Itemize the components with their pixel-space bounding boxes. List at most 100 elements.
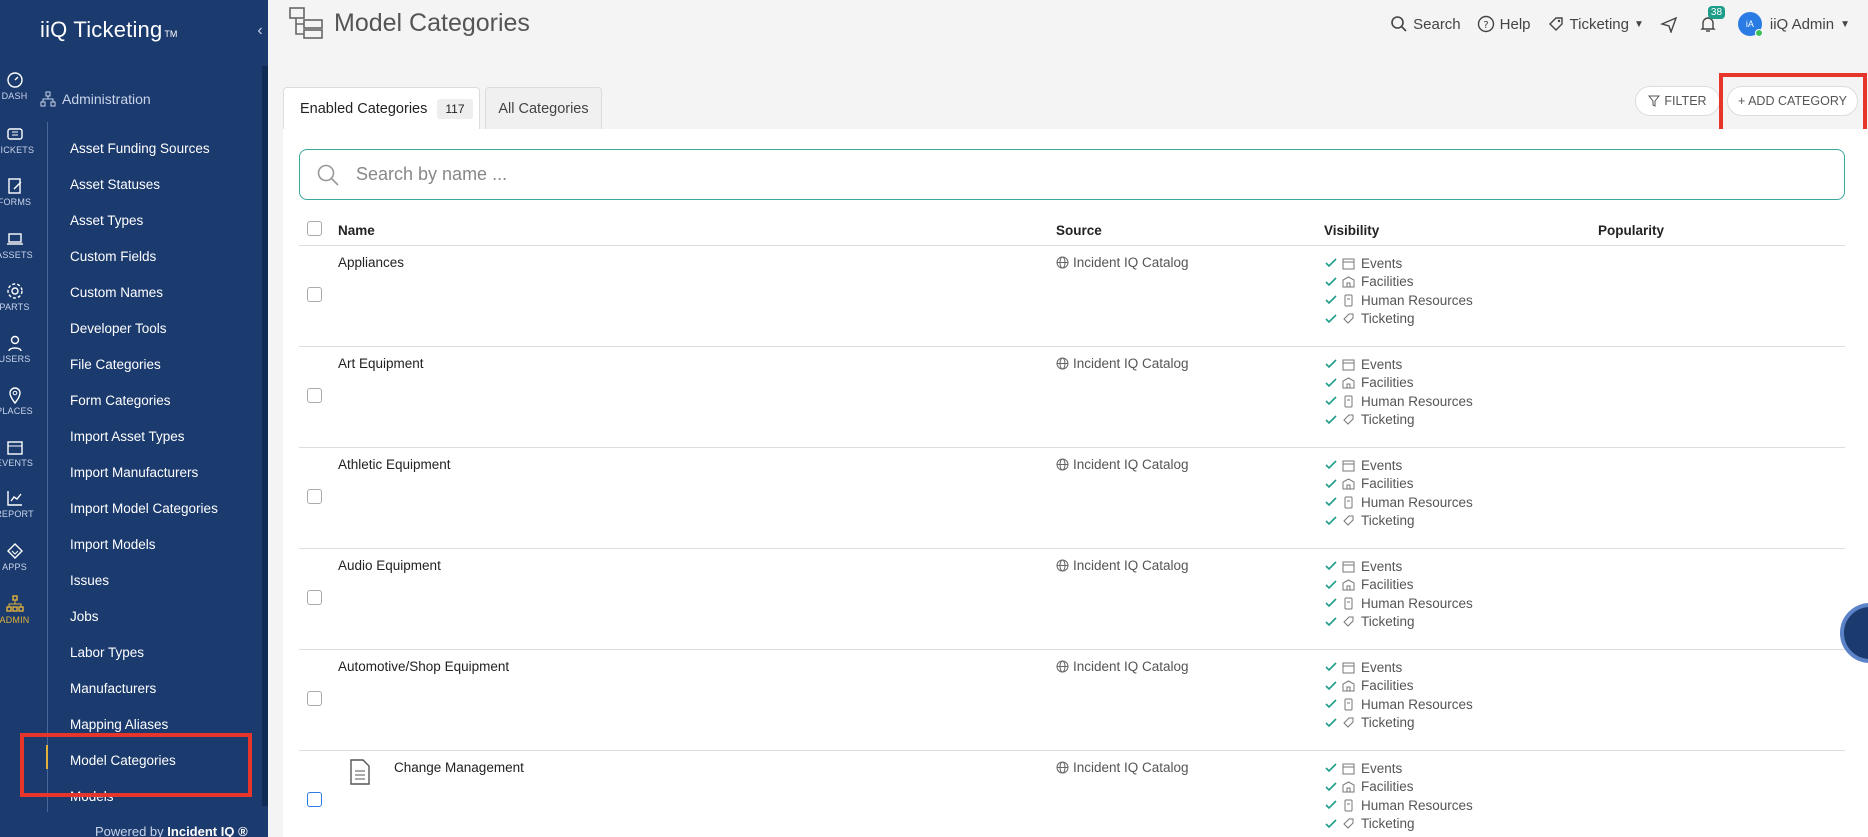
- rail-item-report[interactable]: REPORT: [0, 489, 34, 519]
- column-header-source[interactable]: Source: [1056, 223, 1102, 238]
- row-checkbox[interactable]: [307, 792, 322, 807]
- row-checkbox[interactable]: [307, 287, 322, 302]
- send-button[interactable]: [1659, 15, 1683, 33]
- sidebar-item-import-manufacturers[interactable]: Import Manufacturers: [70, 463, 218, 499]
- table-row[interactable]: Automotive/Shop Equipment Incident IQ Cat…: [299, 650, 1845, 751]
- caret-down-icon: ▼: [1840, 18, 1850, 30]
- powered-brand[interactable]: Incident IQ ®: [167, 824, 247, 837]
- table-row[interactable]: Athletic Equipment Incident IQ Catalog Eve…: [299, 448, 1845, 549]
- visibility-item: Human Resources: [1324, 796, 1473, 815]
- search-box[interactable]: [299, 149, 1845, 200]
- id-badge-icon: [1344, 395, 1353, 408]
- rail-item-admin[interactable]: ADMIN: [0, 595, 29, 625]
- tag-icon: [1343, 515, 1354, 526]
- ticket-icon: [6, 128, 23, 140]
- rail-item-dash[interactable]: DASH: [0, 71, 29, 101]
- table-row[interactable]: Art Equipment Incident IQ Catalog Events Fa…: [299, 347, 1845, 448]
- sidebar-item-asset-funding-sources[interactable]: Asset Funding Sources: [70, 139, 218, 175]
- menu-divider: [47, 122, 48, 812]
- calendar-icon: [1342, 763, 1355, 775]
- row-name[interactable]: Automotive/Shop Equipment: [338, 659, 509, 674]
- rail-item-users[interactable]: USERS: [0, 334, 30, 364]
- sidebar-item-developer-tools[interactable]: Developer Tools: [70, 319, 218, 355]
- table-row[interactable]: Audio Equipment Incident IQ Catalog Events…: [299, 549, 1845, 650]
- visibility-item: Facilities: [1324, 778, 1473, 797]
- calendar-icon: [6, 441, 23, 455]
- check-icon: [1325, 763, 1337, 773]
- sidebar-item-form-categories[interactable]: Form Categories: [70, 391, 218, 427]
- row-checkbox[interactable]: [307, 489, 322, 504]
- top-nav: Search ? Help Ticketing ▼ 38 iA iiQ Admi…: [1374, 6, 1850, 38]
- row-checkbox[interactable]: [307, 691, 322, 706]
- sidebar-item-manufacturers[interactable]: Manufacturers: [70, 679, 218, 715]
- row-checkbox[interactable]: [307, 590, 322, 605]
- check-icon: [1325, 479, 1337, 488]
- check-icon: [1325, 460, 1337, 470]
- product-switcher[interactable]: Ticketing ▼: [1547, 15, 1644, 33]
- rail-item-events[interactable]: EVENTS: [0, 438, 33, 468]
- row-name[interactable]: Audio Equipment: [338, 558, 441, 573]
- visibility-item: Events: [1324, 557, 1473, 576]
- row-checkbox[interactable]: [307, 388, 322, 403]
- sidebar-item-asset-types[interactable]: Asset Types: [70, 211, 218, 247]
- sidebar-item-import-model-categories[interactable]: Import Model Categories: [70, 499, 218, 535]
- tag-icon: [1343, 616, 1354, 627]
- sidebar-item-custom-fields[interactable]: Custom Fields: [70, 247, 218, 283]
- select-all-checkbox[interactable]: [307, 221, 322, 236]
- document-icon: [349, 759, 371, 785]
- rail-item-apps[interactable]: APPS: [0, 542, 29, 572]
- row-visibility: Events Facilities Human Resources Ticketing: [1324, 355, 1473, 429]
- table-row[interactable]: Change Management Incident IQ Catalog Even…: [299, 751, 1845, 837]
- rail-item-parts[interactable]: PARTS: [0, 282, 29, 312]
- column-header-visibility[interactable]: Visibility: [1324, 223, 1379, 238]
- tab-enabled-categories[interactable]: Enabled Categories 117: [283, 87, 480, 130]
- rail-item-assets[interactable]: ASSETS: [0, 230, 33, 260]
- sidebar-item-import-models[interactable]: Import Models: [70, 535, 218, 571]
- sidebar-item-issues[interactable]: Issues: [70, 571, 218, 607]
- rail-item-label: FORMS: [0, 197, 32, 207]
- rail-item-label: EVENTS: [0, 458, 34, 468]
- column-header-popularity[interactable]: Popularity: [1598, 223, 1664, 238]
- folder-tree-icon: [289, 7, 323, 39]
- sidebar-scrollbar[interactable]: [262, 66, 268, 806]
- rail-item-label: ADMIN: [0, 615, 30, 625]
- row-name[interactable]: Change Management: [394, 760, 524, 775]
- search-nav-button[interactable]: Search: [1390, 15, 1461, 33]
- search-input[interactable]: [356, 164, 1756, 185]
- column-header-name[interactable]: Name: [338, 223, 375, 238]
- rail-item-tickets[interactable]: TICKETS: [0, 125, 34, 155]
- pin-icon: [8, 387, 21, 404]
- id-badge-icon: [1344, 294, 1353, 307]
- highlight-box-model-categories: [20, 733, 252, 797]
- chevron-left-icon: ‹: [257, 22, 263, 39]
- check-icon: [1325, 598, 1337, 608]
- tag-icon: [1343, 313, 1354, 324]
- building-icon: [1342, 579, 1355, 591]
- rail-item-places[interactable]: PLACES: [0, 386, 33, 416]
- table-row[interactable]: Appliances Incident IQ Catalog Events Facil…: [299, 246, 1845, 347]
- sidebar-item-custom-names[interactable]: Custom Names: [70, 283, 218, 319]
- check-icon: [1325, 681, 1337, 690]
- sidebar-item-file-categories[interactable]: File Categories: [70, 355, 218, 391]
- notifications-button[interactable]: 38: [1699, 6, 1726, 33]
- building-icon: [1342, 478, 1355, 490]
- sidebar-item-asset-statuses[interactable]: Asset Statuses: [70, 175, 218, 211]
- sidebar-item-jobs[interactable]: Jobs: [70, 607, 218, 643]
- id-badge-icon: [1344, 597, 1353, 610]
- globe-icon: [1056, 357, 1069, 370]
- filter-button[interactable]: FILTER: [1635, 86, 1720, 116]
- row-name[interactable]: Athletic Equipment: [338, 457, 451, 472]
- collapse-sidebar-button[interactable]: ‹: [252, 20, 268, 42]
- check-icon: [1325, 617, 1337, 626]
- row-name[interactable]: Art Equipment: [338, 356, 424, 371]
- rail-item-forms[interactable]: FORMS: [0, 177, 32, 207]
- help-button[interactable]: ? Help: [1477, 15, 1531, 33]
- user-menu[interactable]: iA iiQ Admin ▼: [1737, 12, 1850, 37]
- apps-icon: [6, 543, 23, 559]
- tab-all-categories[interactable]: All Categories: [485, 87, 602, 130]
- sidebar-item-labor-types[interactable]: Labor Types: [70, 643, 218, 679]
- admin-menu: Asset Funding Sources Asset Statuses Asset…: [46, 139, 218, 823]
- building-icon: [1342, 276, 1355, 288]
- sidebar-item-import-asset-types[interactable]: Import Asset Types: [70, 427, 218, 463]
- row-name[interactable]: Appliances: [338, 255, 404, 270]
